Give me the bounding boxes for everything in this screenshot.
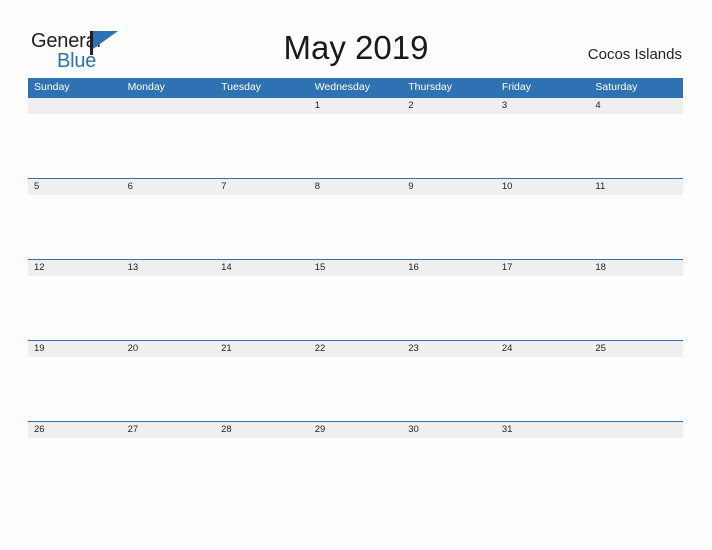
day-cell[interactable]: 1 <box>309 98 403 114</box>
weekday-header-wednesday: Wednesday <box>314 81 370 93</box>
day-cell[interactable]: 19 <box>28 341 122 357</box>
week-event-area[interactable] <box>28 195 683 259</box>
weekday-header-monday: Monday <box>127 81 165 93</box>
day-cell[interactable]: 13 <box>122 260 216 276</box>
day-cell[interactable]: 7 <box>215 179 309 195</box>
weekday-header-thursday: Thursday <box>408 81 453 93</box>
week-row: 12 13 14 15 16 17 18 <box>28 259 683 340</box>
day-cell[interactable] <box>215 98 309 114</box>
calendar-page: General Blue May 2019 Cocos Islands Sund… <box>0 0 712 550</box>
location-label: Cocos Islands <box>587 46 682 63</box>
date-number-band: 26 27 28 29 30 31 <box>28 421 683 438</box>
day-cell[interactable] <box>589 422 683 438</box>
day-cell[interactable]: 31 <box>496 422 590 438</box>
date-number-band: 1 2 3 4 <box>28 97 683 114</box>
date-number-band: 19 20 21 22 23 24 25 <box>28 340 683 357</box>
week-event-area[interactable] <box>28 276 683 340</box>
week-row: 26 27 28 29 30 31 <box>28 421 683 502</box>
day-cell[interactable]: 28 <box>215 422 309 438</box>
day-cell[interactable]: 9 <box>402 179 496 195</box>
day-cell[interactable]: 25 <box>589 341 683 357</box>
day-cell[interactable]: 24 <box>496 341 590 357</box>
day-cell[interactable]: 5 <box>28 179 122 195</box>
date-number-band: 5 6 7 8 9 10 11 <box>28 178 683 195</box>
day-cell[interactable]: 26 <box>28 422 122 438</box>
day-cell[interactable]: 3 <box>496 98 590 114</box>
day-cell[interactable]: 6 <box>122 179 216 195</box>
day-cell[interactable]: 17 <box>496 260 590 276</box>
week-row: 5 6 7 8 9 10 11 <box>28 178 683 259</box>
calendar-grid: Sunday Monday Tuesday Wednesday Thursday… <box>28 78 683 502</box>
day-cell[interactable]: 27 <box>122 422 216 438</box>
day-cell[interactable]: 20 <box>122 341 216 357</box>
weekday-header-row: Sunday Monday Tuesday Wednesday Thursday… <box>28 78 683 97</box>
weekday-header-friday: Friday <box>501 81 531 93</box>
day-cell[interactable]: 29 <box>309 422 403 438</box>
day-cell[interactable]: 16 <box>402 260 496 276</box>
day-cell[interactable]: 21 <box>215 341 309 357</box>
day-cell[interactable] <box>28 98 122 114</box>
week-event-area[interactable] <box>28 357 683 421</box>
weekday-header-sunday: Sunday <box>34 81 70 93</box>
page-header: General Blue May 2019 Cocos Islands <box>0 0 712 76</box>
day-cell[interactable]: 23 <box>402 341 496 357</box>
weekday-header-saturday: Saturday <box>595 81 638 93</box>
day-cell[interactable]: 15 <box>309 260 403 276</box>
week-event-area[interactable] <box>28 114 683 178</box>
week-event-area[interactable] <box>28 438 683 502</box>
day-cell[interactable]: 8 <box>309 179 403 195</box>
day-cell[interactable]: 30 <box>402 422 496 438</box>
week-row: 1 2 3 4 <box>28 97 683 178</box>
day-cell[interactable]: 14 <box>215 260 309 276</box>
week-row: 19 20 21 22 23 24 25 <box>28 340 683 421</box>
day-cell[interactable]: 12 <box>28 260 122 276</box>
day-cell[interactable]: 22 <box>309 341 403 357</box>
weekday-header-tuesday: Tuesday <box>221 81 262 93</box>
day-cell[interactable]: 11 <box>589 179 683 195</box>
date-number-band: 12 13 14 15 16 17 18 <box>28 259 683 276</box>
day-cell[interactable]: 10 <box>496 179 590 195</box>
day-cell[interactable]: 18 <box>589 260 683 276</box>
day-cell[interactable]: 4 <box>589 98 683 114</box>
day-cell[interactable] <box>122 98 216 114</box>
day-cell[interactable]: 2 <box>402 98 496 114</box>
